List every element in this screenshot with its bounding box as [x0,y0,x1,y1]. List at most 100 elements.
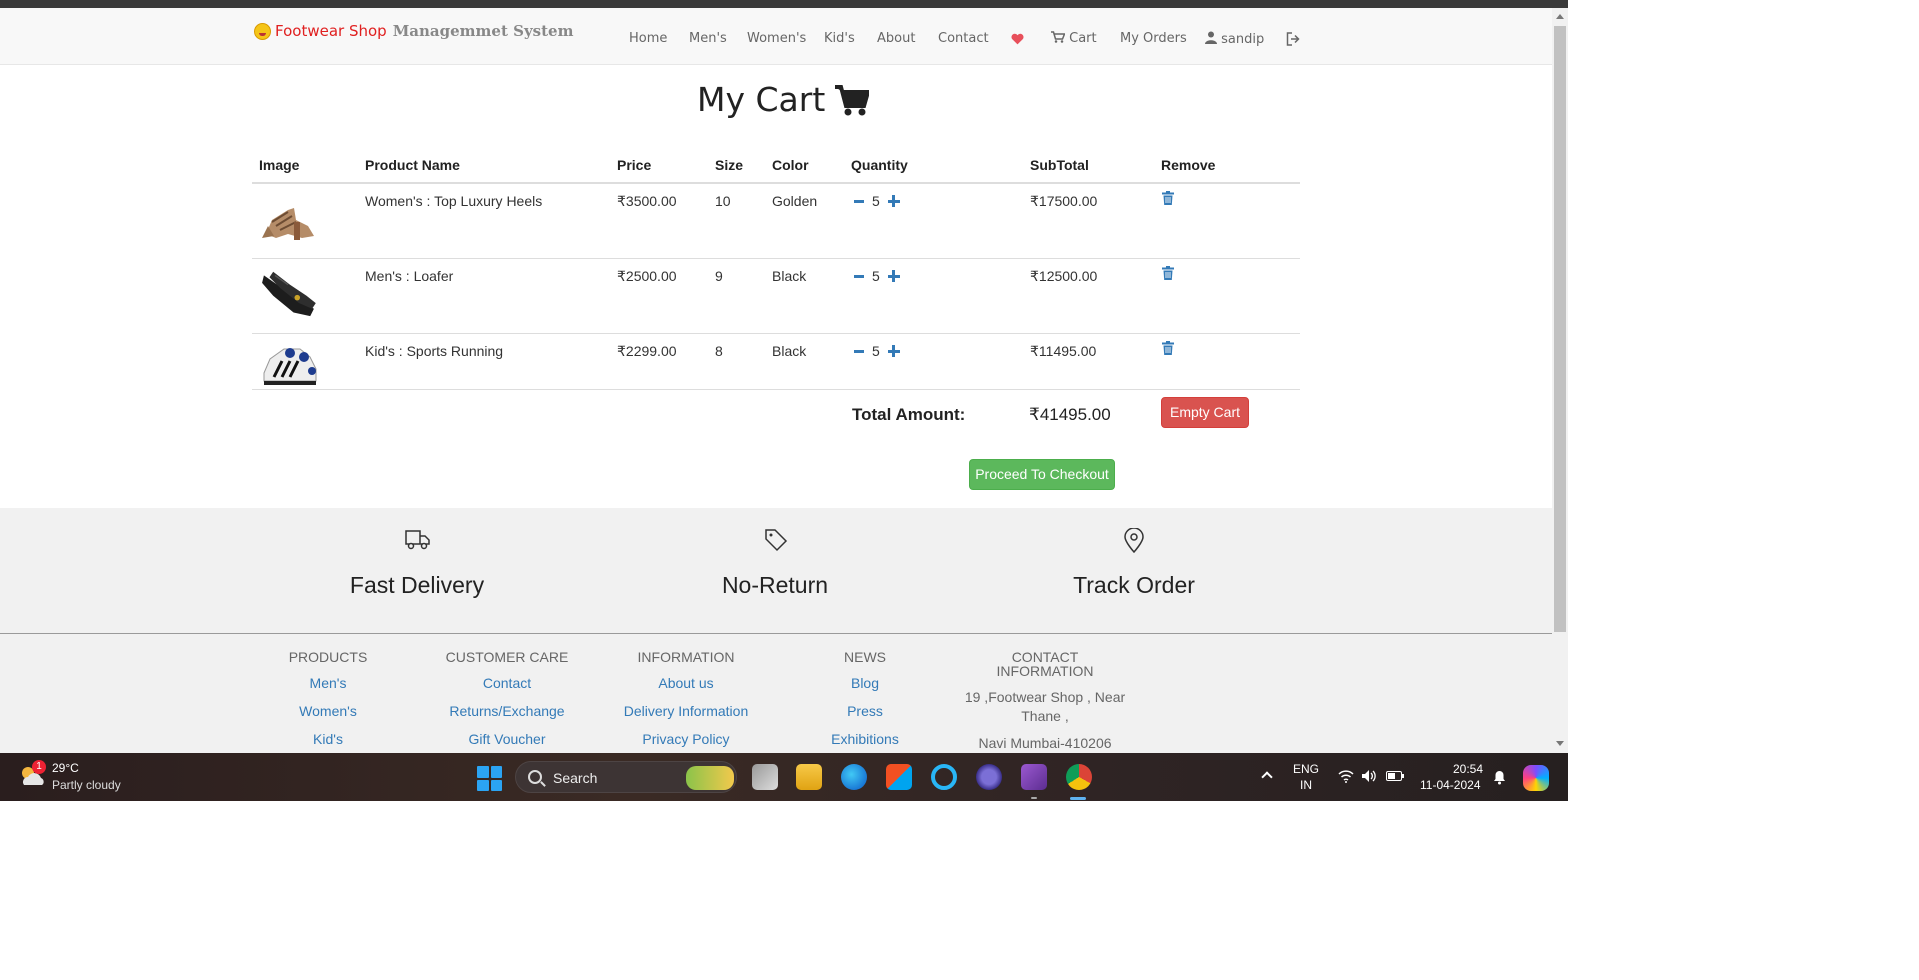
nav-mens[interactable]: Men's [689,31,727,46]
footer-link-about-us[interactable]: About us [596,675,776,691]
minus-icon[interactable] [854,199,864,203]
col-header-image: Image [259,157,300,173]
footer: PRODUCTS Men's Women's Kid's CUSTOMER CA… [0,634,1552,753]
total-amount-value: ₹41495.00 [1029,405,1111,424]
nav-about[interactable]: About [877,31,915,46]
table-header-divider [252,182,1300,184]
footer-news: NEWS Blog Press Exhibitions [775,650,955,747]
scroll-down-arrow-icon[interactable] [1556,741,1564,746]
search-highlight-image [686,766,734,790]
footer-link-returns[interactable]: Returns/Exchange [417,703,597,719]
tray-overflow-chevron-icon[interactable] [1261,771,1273,783]
product-subtotal: ₹11495.00 [1030,343,1097,359]
col-header-remove: Remove [1161,157,1216,173]
empty-cart-button[interactable]: Empty Cart [1161,397,1249,428]
trash-icon[interactable] [1162,266,1174,280]
footer-information: INFORMATION About us Delivery Informatio… [596,650,776,747]
footer-heading: CUSTOMER CARE [445,649,569,665]
proceed-checkout-button[interactable]: Proceed To Checkout [969,459,1115,490]
product-name: Women's : Top Luxury Heels [365,193,543,209]
col-header-color: Color [772,157,809,173]
col-header-quantity: Quantity [851,157,908,173]
footer-link-blog[interactable]: Blog [775,675,955,691]
copilot-icon[interactable] [1523,765,1549,791]
product-image-loafer[interactable] [258,268,318,318]
quantity-value: 5 [872,268,880,284]
footer-link-gift-voucher[interactable]: Gift Voucher [417,731,597,747]
plus-icon[interactable] [887,270,900,282]
scroll-up-arrow-icon[interactable] [1556,14,1564,19]
language-code[interactable]: ENG [1293,762,1319,776]
weather-badge: 1 [32,760,46,774]
footer-address-line: 19 ,Footwear Shop , Near [964,689,1126,705]
footer-link-exhibitions[interactable]: Exhibitions [775,731,955,747]
nav-cart[interactable]: Cart [1051,31,1097,46]
product-size: 9 [715,268,723,284]
edge-browser-icon[interactable] [841,764,867,790]
footer-address-line: Thane , [1021,708,1069,724]
product-name: Men's : Loafer [365,268,454,284]
cart-icon [1051,31,1066,43]
taskbar-search[interactable]: Search [515,761,737,793]
wifi-icon[interactable] [1338,769,1354,783]
footer-link-privacy[interactable]: Privacy Policy [596,731,776,747]
footer-link-press[interactable]: Press [775,703,955,719]
brand-logo[interactable]: Footwear Shop Managemmet System [254,22,573,40]
scrollbar-thumb[interactable] [1554,26,1566,632]
weather-condition[interactable]: Partly cloudy [52,778,121,792]
nav-user[interactable]: sandip [1205,31,1264,47]
footer-link-womens[interactable]: Women's [238,703,418,719]
nav-home[interactable]: Home [629,31,667,46]
notification-bell-icon[interactable] [1492,768,1507,785]
nav-kids[interactable]: Kid's [824,31,855,46]
product-image-heels[interactable] [258,196,318,246]
nav-contact[interactable]: Contact [938,31,989,46]
plus-icon[interactable] [887,345,900,357]
footer-link-delivery-info[interactable]: Delivery Information [596,703,776,719]
product-color: Golden [772,193,818,209]
row-divider [252,389,1300,390]
chrome-icon[interactable] [1066,764,1092,790]
truck-icon [405,530,430,550]
wishlist-heart-icon[interactable] [1011,33,1024,45]
plus-icon[interactable] [887,195,900,207]
clock-date[interactable]: 11-04-2024 [1420,778,1481,792]
cart-title-icon [835,84,870,115]
minus-icon[interactable] [854,274,864,278]
volume-icon[interactable] [1361,769,1376,783]
footer-heading: PRODUCTS [288,649,368,665]
eclipse-icon[interactable] [976,764,1002,790]
footer-link-kids[interactable]: Kid's [238,731,418,747]
nav-cart-label: Cart [1069,31,1097,46]
footer-link-contact[interactable]: Contact [417,675,597,691]
col-header-product: Product Name [365,157,460,173]
nav-womens[interactable]: Women's [747,31,806,46]
product-size: 10 [715,193,731,209]
battery-icon[interactable] [1386,771,1404,781]
weather-temperature[interactable]: 29°C [52,761,79,775]
file-explorer-icon[interactable] [796,764,822,790]
quantity-value: 5 [872,193,880,209]
minus-icon[interactable] [854,349,864,353]
visual-studio-icon[interactable] [1021,764,1047,790]
windows-start-icon[interactable] [477,766,502,791]
row-divider [252,333,1300,334]
quantity-stepper: 5 [854,268,900,284]
trash-icon[interactable] [1162,341,1174,355]
product-image-sports[interactable] [260,340,320,390]
page-title: My Cart [697,80,870,119]
logout-icon[interactable] [1286,32,1301,46]
quantity-value: 5 [872,343,880,359]
cortana-icon[interactable] [931,764,957,790]
page-title-text: My Cart [697,80,826,119]
quantity-stepper: 5 [854,343,900,359]
task-view-icon[interactable] [752,764,778,790]
microsoft-store-icon[interactable] [886,764,912,790]
user-icon [1205,31,1217,44]
nav-username: sandip [1221,32,1265,47]
nav-my-orders[interactable]: My Orders [1120,31,1187,46]
language-region[interactable]: IN [1300,778,1312,792]
footer-link-mens[interactable]: Men's [238,675,418,691]
trash-icon[interactable] [1162,191,1174,205]
clock-time[interactable]: 20:54 [1453,762,1483,776]
